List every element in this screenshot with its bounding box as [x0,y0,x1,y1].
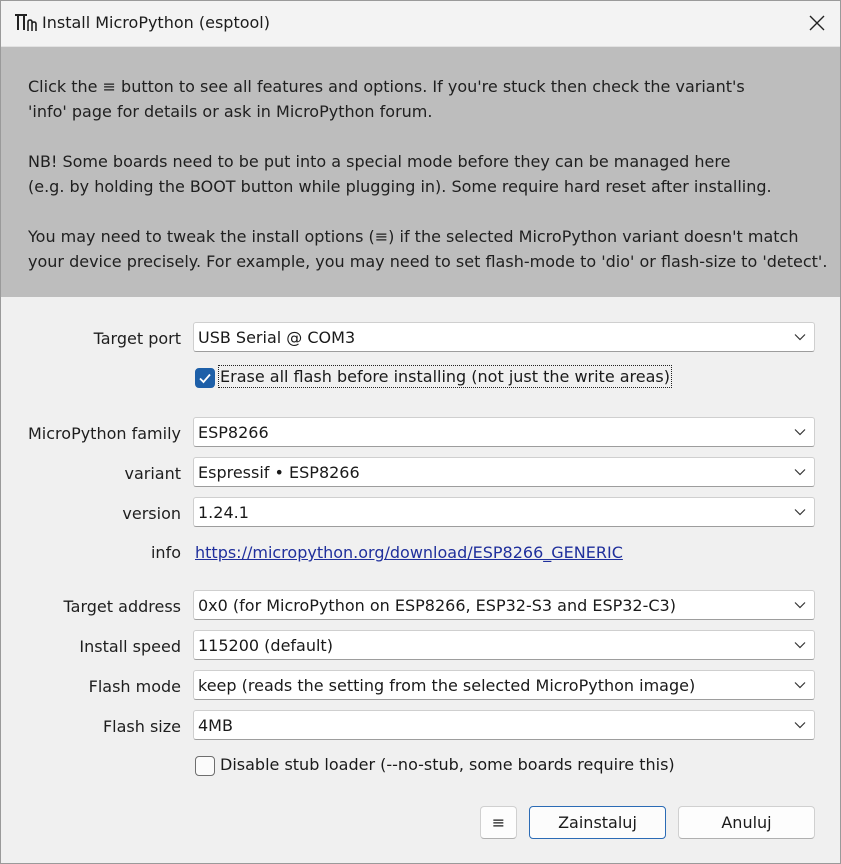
flash-mode-value: keep (reads the setting from the selecte… [198,676,696,695]
flash-size-value: 4MB [198,716,233,735]
install-button[interactable]: Zainstaluj [529,806,666,839]
chevron-down-icon [794,334,806,341]
chevron-down-icon [794,429,806,436]
info-paragraph-tweak-options: You may need to tweak the install option… [28,227,828,271]
target-port-label: Target port [93,329,181,348]
version-value: 1.24.1 [198,503,249,522]
flash-size-label: Flash size [102,717,181,736]
variant-select[interactable]: Espressif • ESP8266 [193,457,815,487]
flash-size-select[interactable]: 4MB [193,710,815,740]
target-port-value: USB Serial @ COM3 [198,328,356,347]
version-select[interactable]: 1.24.1 [193,497,815,527]
chevron-down-icon [794,642,806,649]
window-title: Install MicroPython (esptool) [42,13,270,32]
family-label: MicroPython family [28,424,181,443]
close-icon [809,15,825,31]
install-options-form: Target port USB Serial @ COM3 Erase all … [1,298,840,863]
chevron-down-icon [794,682,806,689]
flash-mode-label: Flash mode [88,677,181,696]
disable-stub-label[interactable]: Disable stub loader (--no-stub, some boa… [220,755,675,774]
version-label: version [122,504,181,523]
variant-info-link[interactable]: https://micropython.org/download/ESP8266… [195,543,623,562]
install-speed-select[interactable]: 115200 (default) [193,630,815,660]
variant-value: Espressif • ESP8266 [198,463,360,482]
flash-mode-select[interactable]: keep (reads the setting from the selecte… [193,670,815,700]
chevron-down-icon [794,602,806,609]
install-dialog: Install MicroPython (esptool) Click the … [0,0,841,864]
target-port-select[interactable]: USB Serial @ COM3 [193,322,815,352]
info-paragraph-features: Click the ≡ button to see all features a… [28,77,745,121]
target-address-label: Target address [63,597,181,616]
disable-stub-checkbox[interactable] [195,756,215,776]
install-speed-value: 115200 (default) [198,636,333,655]
checkmark-icon [199,373,211,384]
install-speed-label: Install speed [79,637,181,656]
chevron-down-icon [794,722,806,729]
info-banner: Click the ≡ button to see all features a… [1,47,840,297]
close-button[interactable] [794,1,840,46]
target-address-select[interactable]: 0x0 (for MicroPython on ESP8266, ESP32-S… [193,590,815,620]
info-paragraph-boot-mode: NB! Some boards need to be put into a sp… [28,152,772,196]
target-address-value: 0x0 (for MicroPython on ESP8266, ESP32-S… [198,596,676,615]
cancel-button[interactable]: Anuluj [678,806,815,839]
variant-label: variant [124,464,181,483]
family-select[interactable]: ESP8266 [193,417,815,447]
thonny-app-icon [15,14,37,31]
chevron-down-icon [794,509,806,516]
options-menu-button[interactable]: ≡ [480,806,517,839]
erase-flash-checkbox[interactable] [195,368,215,388]
erase-flash-label[interactable]: Erase all flash before installing (not j… [217,365,673,388]
chevron-down-icon [794,469,806,476]
title-bar: Install MicroPython (esptool) [1,1,840,47]
family-value: ESP8266 [198,423,269,442]
info-label: info [150,543,181,562]
